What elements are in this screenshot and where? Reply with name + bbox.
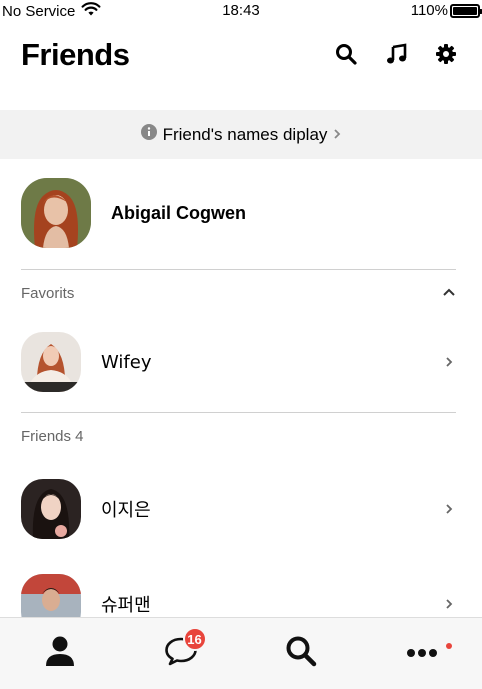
notification-dot bbox=[445, 643, 452, 649]
tab-bar: 16 bbox=[0, 617, 482, 689]
friend-name: 슈퍼맨 bbox=[101, 595, 151, 616]
chevron-right-icon bbox=[442, 598, 456, 610]
more-icon bbox=[406, 645, 438, 663]
profile-name: Abigail Cogwen bbox=[111, 202, 246, 223]
chevron-right-icon bbox=[333, 125, 341, 145]
names-display-banner[interactable]: Friend's names diplay bbox=[0, 110, 482, 159]
chevron-up-icon[interactable] bbox=[442, 285, 456, 302]
search-icon[interactable] bbox=[334, 42, 358, 66]
avatar bbox=[21, 178, 91, 248]
list-item[interactable]: 이지은 bbox=[21, 479, 456, 539]
divider bbox=[21, 269, 456, 270]
search-icon bbox=[285, 635, 317, 672]
tab-more[interactable] bbox=[362, 618, 482, 689]
friend-name: 이지은 bbox=[101, 500, 151, 521]
page-title: Friends bbox=[21, 37, 130, 72]
friends-header: Friends 4 bbox=[21, 428, 456, 445]
section-label: Friends 4 bbox=[21, 428, 84, 445]
chevron-right-icon bbox=[442, 503, 456, 515]
battery-percent: 110% bbox=[410, 2, 448, 19]
avatar bbox=[21, 479, 81, 539]
unread-badge: 16 bbox=[182, 627, 207, 651]
battery-icon bbox=[450, 3, 482, 18]
music-note-icon[interactable] bbox=[384, 42, 408, 66]
info-icon bbox=[140, 124, 157, 145]
avatar bbox=[21, 332, 81, 392]
tab-chats[interactable]: 16 bbox=[121, 618, 242, 689]
section-label: Favorits bbox=[21, 285, 75, 302]
header: Friends bbox=[0, 24, 482, 110]
tab-search[interactable] bbox=[241, 618, 362, 689]
divider bbox=[21, 412, 456, 413]
chevron-right-icon bbox=[442, 356, 456, 368]
person-icon bbox=[45, 635, 75, 672]
my-profile[interactable]: Abigail Cogwen bbox=[21, 178, 246, 248]
status-bar: No Service 18:43 110% bbox=[0, 0, 482, 24]
gear-icon[interactable] bbox=[434, 42, 458, 66]
clock: 18:43 bbox=[222, 2, 260, 19]
banner-text: Friend's names diplay bbox=[162, 124, 328, 144]
tab-friends[interactable] bbox=[0, 618, 121, 689]
favorites-header[interactable]: Favorits bbox=[21, 285, 456, 302]
list-item[interactable]: Wifey bbox=[21, 332, 456, 392]
friend-name: Wifey bbox=[101, 351, 152, 373]
